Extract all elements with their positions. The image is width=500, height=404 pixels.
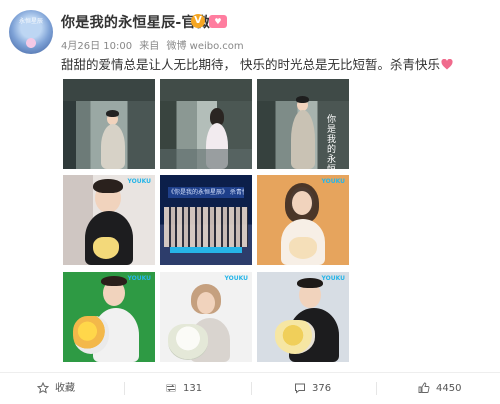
youku-watermark: YOUKU (321, 178, 345, 185)
post-date[interactable]: 4月26日 10:00 (61, 41, 132, 52)
grid-image-8[interactable]: YOUKU (160, 272, 252, 362)
author-avatar[interactable]: 永恒星辰 (9, 10, 53, 54)
youku-watermark: YOUKU (127, 275, 151, 282)
comment-icon (295, 383, 305, 394)
favorite-button[interactable]: 收藏 (36, 373, 75, 404)
author-name[interactable]: 你是我的永恒星辰-官微 (61, 12, 210, 32)
divider (376, 382, 377, 395)
post-source[interactable]: 微博 weibo.com (166, 41, 243, 52)
action-bar: 收藏 131 376 4450 (0, 372, 500, 404)
source-prefix: 来自 (139, 41, 160, 52)
grid-image-2[interactable] (160, 79, 252, 169)
avatar-caption: 永恒星辰 (19, 18, 44, 25)
post-text-content: 甜甜的爱情总是让人无比期待， 快乐的时光总是无比短暂。杀青快乐 (61, 57, 440, 72)
like-button[interactable]: 4450 (418, 373, 461, 404)
repost-button[interactable]: 131 (165, 373, 202, 404)
repost-count: 131 (183, 383, 203, 394)
youku-watermark: YOUKU (224, 275, 248, 282)
heart-emoji-icon (441, 59, 453, 70)
grid-image-7[interactable]: YOUKU (63, 272, 155, 362)
verified-icon: V (191, 14, 205, 28)
divider (251, 382, 252, 395)
star-icon (36, 381, 50, 394)
favorite-label: 收藏 (55, 383, 75, 394)
title-overlay: 你是我的永恒星辰 (327, 115, 337, 169)
post-text: 甜甜的爱情总是让人无比期待， 快乐的时光总是无比短暂。杀青快乐 (61, 54, 453, 73)
comment-count: 376 (312, 383, 332, 394)
grid-image-5[interactable]: 《你是我的永恒星辰》 杀青快乐 (160, 175, 252, 265)
post-meta: 4月26日 10:00 来自 微博 weibo.com (61, 37, 248, 52)
grid-image-9[interactable]: YOUKU (257, 272, 349, 362)
grid-image-3[interactable]: 你是我的永恒星辰 (257, 79, 349, 169)
grid-image-1[interactable] (63, 79, 155, 169)
divider (124, 382, 125, 395)
grid-image-6[interactable]: YOUKU (257, 175, 349, 265)
image-grid: 你是我的永恒星辰 YOUKU 《你是我的永恒星辰》 杀青快乐 YOUKU (63, 79, 350, 362)
group-banner: 《你是我的永恒星辰》 杀青快乐 (168, 187, 244, 198)
thumbs-up-icon (418, 382, 430, 393)
comment-button[interactable]: 376 (294, 373, 331, 404)
grid-image-4[interactable]: YOUKU (63, 175, 155, 265)
heart-badge-icon: ♥ (209, 15, 227, 28)
repost-icon (166, 384, 176, 392)
like-count: 4450 (436, 383, 462, 394)
weibo-post: 永恒星辰 你是我的永恒星辰-官微 V ♥ 4月26日 10:00 来自 微博 w… (0, 0, 500, 404)
youku-watermark: YOUKU (321, 275, 345, 282)
youku-watermark: YOUKU (127, 178, 151, 185)
